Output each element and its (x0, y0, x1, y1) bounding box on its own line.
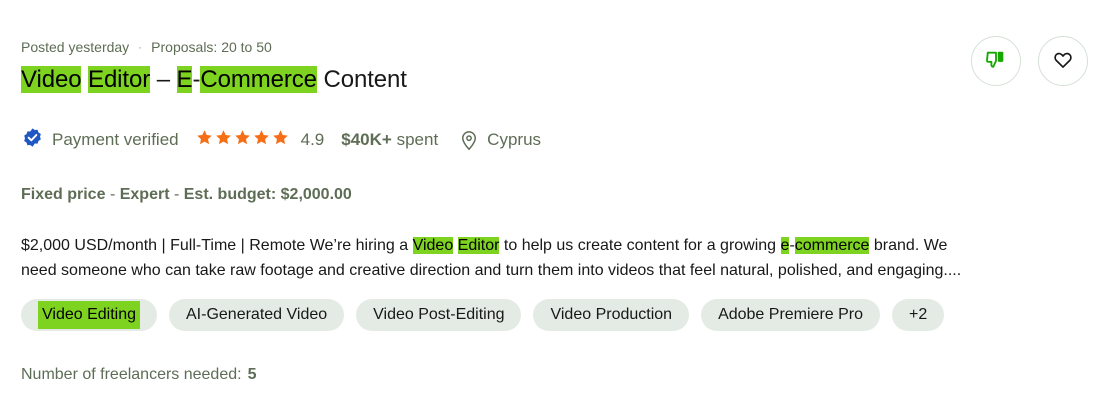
title-highlight: Video (21, 66, 82, 93)
not-interested-button[interactable] (971, 36, 1021, 86)
meta-separator: · (138, 40, 143, 54)
freelancers-count: 5 (247, 366, 257, 383)
star-icon (215, 129, 232, 151)
job-actions (971, 36, 1088, 86)
heart-icon (1053, 50, 1073, 73)
skill-tag-label: Video Editing (38, 301, 140, 329)
description-text: - (789, 237, 795, 254)
est-budget-value: $2,000.00 (280, 186, 352, 203)
star-icon (253, 129, 270, 151)
client-location: Cyprus (487, 130, 542, 149)
location-pin-icon (459, 129, 479, 151)
job-title[interactable]: Video Editor – E-Commerce Content (21, 66, 407, 94)
client-rating-stars (196, 129, 289, 151)
job-budget: Fixed price - Expert - Est. budget: $2,0… (21, 186, 352, 204)
skill-tags: Video Editing AI-Generated Video Video P… (21, 299, 945, 331)
description-line: $2,000 USD/month | Full-Time | Remote We… (21, 233, 1091, 258)
est-budget-label: Est. budget: (183, 186, 277, 203)
title-text: Content (316, 66, 407, 93)
job-meta: Posted yesterday · Proposals: 20 to 50 (21, 39, 272, 55)
thumbs-down-icon (985, 49, 1007, 74)
description-text (453, 237, 457, 254)
description-text: to help us create content for a growing (499, 237, 781, 254)
client-spent: $40K+ spent (341, 130, 438, 150)
freelancers-needed: Number of freelancers needed: 5 (21, 366, 256, 384)
skill-tag[interactable]: AI-Generated Video (169, 299, 345, 331)
freelancers-label: Number of freelancers needed: (21, 366, 242, 383)
experience-level: Expert (119, 186, 170, 203)
skill-tag[interactable]: Video Post-Editing (356, 299, 522, 331)
client-rating-value: 4.9 (300, 130, 325, 149)
title-text: – (150, 66, 177, 93)
save-job-button[interactable] (1038, 36, 1088, 86)
description-text: brand. We (869, 237, 948, 254)
skill-tag[interactable]: Adobe Premiere Pro (701, 299, 881, 331)
budget-separator: - (173, 186, 184, 203)
description-line: need someone who can take raw footage an… (21, 262, 962, 279)
description-text: $2,000 USD/month | Full-Time | Remote We… (21, 237, 413, 254)
client-info: Payment verified 4.9 $40K+ spent Cyprus (22, 127, 541, 153)
title-highlight: Commerce (200, 66, 317, 93)
description-highlight: Editor (457, 237, 500, 254)
star-icon (234, 129, 251, 151)
client-spent-label: spent (396, 130, 439, 149)
job-type: Fixed price (21, 186, 106, 203)
title-highlight: E (176, 66, 193, 93)
budget-separator: - (109, 186, 120, 203)
client-spent-amount: $40K+ (341, 130, 392, 149)
skill-tag[interactable]: Video Production (533, 299, 690, 331)
star-icon (272, 129, 289, 151)
description-highlight: commerce (794, 237, 870, 254)
verified-badge-icon (22, 127, 43, 153)
star-icon (196, 129, 213, 151)
skill-tag[interactable]: Video Editing (21, 299, 157, 331)
proposals-count: Proposals: 20 to 50 (151, 39, 272, 55)
posted-time: Posted yesterday (21, 39, 130, 55)
description-highlight: Video (412, 237, 454, 254)
job-description[interactable]: $2,000 USD/month | Full-Time | Remote We… (21, 233, 1091, 283)
more-skills-tag[interactable]: +2 (892, 299, 945, 331)
title-highlight: Editor (88, 66, 151, 93)
payment-verified-label: Payment verified (52, 130, 179, 149)
